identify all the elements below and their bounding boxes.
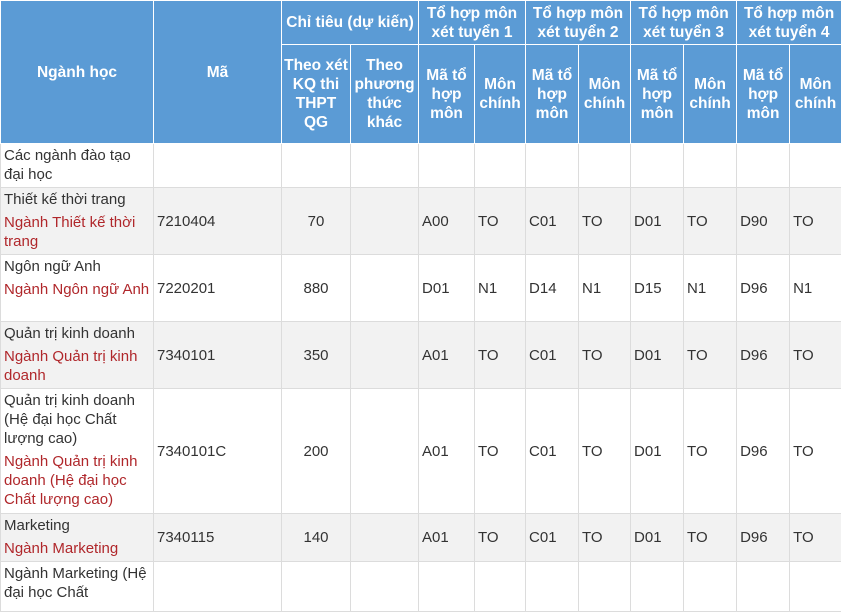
main-subject: N1 xyxy=(579,255,631,322)
combo-code: D01 xyxy=(631,389,684,514)
combo-code: C01 xyxy=(526,514,579,562)
header-ma: Mã xyxy=(154,1,282,144)
major-code: 7340115 xyxy=(154,514,282,562)
combo-code: D14 xyxy=(526,255,579,322)
main-subject: N1 xyxy=(684,255,737,322)
main-subject: TO xyxy=(475,514,526,562)
main-subject: TO xyxy=(790,188,841,255)
combo-code: C01 xyxy=(526,188,579,255)
table-row: Các ngành đào tạo đại học xyxy=(1,144,841,188)
combo-code: D96 xyxy=(737,514,790,562)
combo-code: D96 xyxy=(737,255,790,322)
main-subject: TO xyxy=(684,389,737,514)
combo-code: A00 xyxy=(419,188,475,255)
admission-table: Ngành học Mã Chỉ tiêu (dự kiến) Tổ hợp m… xyxy=(0,0,841,612)
combo-code: D15 xyxy=(631,255,684,322)
quota-thpt: 200 xyxy=(282,389,351,514)
combo-code: A01 xyxy=(419,322,475,389)
quota-other xyxy=(351,322,419,389)
combo-code: D01 xyxy=(419,255,475,322)
main-subject: TO xyxy=(790,322,841,389)
header-ma-to-hop-3: Mã tổ hợp môn xyxy=(631,45,684,144)
combo-code: A01 xyxy=(419,389,475,514)
header-theo-khac: Theo phương thức khác xyxy=(351,45,419,144)
quota-other xyxy=(351,389,419,514)
header-theo-thpt: Theo xét KQ thi THPT QG xyxy=(282,45,351,144)
major-name: Ngành Marketing (Hệ đại học Chất xyxy=(4,564,150,602)
main-subject: TO xyxy=(579,514,631,562)
table-row: Ngôn ngữ Anh Ngành Ngôn ngữ Anh 7220201 8… xyxy=(1,255,841,322)
header-mon-chinh-4: Môn chính xyxy=(790,45,841,144)
header-group-1: Tổ hợp môn xét tuyển 1 xyxy=(419,1,526,45)
combo-code: D01 xyxy=(631,188,684,255)
combo-code: A01 xyxy=(419,514,475,562)
major-link[interactable]: Ngành Quản trị kinh doanh (Hệ đại học Ch… xyxy=(4,452,150,509)
header-mon-chinh-3: Môn chính xyxy=(684,45,737,144)
main-subject: TO xyxy=(684,514,737,562)
main-subject: TO xyxy=(475,322,526,389)
combo-code: D01 xyxy=(631,322,684,389)
major-name: Ngôn ngữ Anh xyxy=(4,257,150,276)
quota-thpt: 880 xyxy=(282,255,351,322)
major-code: 7220201 xyxy=(154,255,282,322)
table-row: Ngành Marketing (Hệ đại học Chất xyxy=(1,562,841,612)
header-mon-chinh-1: Môn chính xyxy=(475,45,526,144)
row-title: Các ngành đào tạo đại học xyxy=(4,146,150,184)
quota-other xyxy=(351,188,419,255)
major-code: 7210404 xyxy=(154,188,282,255)
table-row: Quản trị kinh doanh (Hệ đại học Chất lượ… xyxy=(1,389,841,514)
main-subject: TO xyxy=(475,389,526,514)
table-row: Thiết kế thời trang Ngành Thiết kế thời t… xyxy=(1,188,841,255)
header-group-3: Tổ hợp môn xét tuyển 3 xyxy=(631,1,737,45)
main-subject: TO xyxy=(790,389,841,514)
main-subject: TO xyxy=(579,188,631,255)
major-name: Quản trị kinh doanh (Hệ đại học Chất lượ… xyxy=(4,391,150,448)
main-subject: TO xyxy=(684,188,737,255)
combo-code: C01 xyxy=(526,389,579,514)
header-ma-to-hop-2: Mã tổ hợp môn xyxy=(526,45,579,144)
main-subject: TO xyxy=(579,322,631,389)
main-subject: TO xyxy=(579,389,631,514)
main-subject: N1 xyxy=(475,255,526,322)
quota-other xyxy=(351,514,419,562)
major-name: Marketing xyxy=(4,516,150,535)
major-code: 7340101C xyxy=(154,389,282,514)
major-link[interactable]: Ngành Ngôn ngữ Anh xyxy=(4,280,150,299)
major-name: Quản trị kinh doanh xyxy=(4,324,150,343)
quota-thpt: 140 xyxy=(282,514,351,562)
major-name: Thiết kế thời trang xyxy=(4,190,150,209)
main-subject: TO xyxy=(790,514,841,562)
header-ma-to-hop-1: Mã tổ hợp môn xyxy=(419,45,475,144)
combo-code: D90 xyxy=(737,188,790,255)
header-group-4: Tổ hợp môn xét tuyển 4 xyxy=(737,1,841,45)
header-group-2: Tổ hợp môn xét tuyển 2 xyxy=(526,1,631,45)
major-link[interactable]: Ngành Quản trị kinh doanh xyxy=(4,347,150,385)
quota-thpt: 350 xyxy=(282,322,351,389)
combo-code: C01 xyxy=(526,322,579,389)
main-subject: TO xyxy=(684,322,737,389)
quota-thpt: 70 xyxy=(282,188,351,255)
main-subject: TO xyxy=(475,188,526,255)
table-row: Marketing Ngành Marketing 7340115 140 A01… xyxy=(1,514,841,562)
header-ma-to-hop-4: Mã tổ hợp môn xyxy=(737,45,790,144)
quota-other xyxy=(351,255,419,322)
header-mon-chinh-2: Môn chính xyxy=(579,45,631,144)
major-link[interactable]: Ngành Thiết kế thời trang xyxy=(4,213,150,251)
header-nganh-hoc: Ngành học xyxy=(1,1,154,144)
main-subject: N1 xyxy=(790,255,841,322)
combo-code: D96 xyxy=(737,389,790,514)
combo-code: D96 xyxy=(737,322,790,389)
table-body: Các ngành đào tạo đại học Thiết kế thời … xyxy=(1,144,841,612)
table-row: Quản trị kinh doanh Ngành Quản trị kinh d… xyxy=(1,322,841,389)
header-chi-tieu: Chỉ tiêu (dự kiến) xyxy=(282,1,419,45)
combo-code: D01 xyxy=(631,514,684,562)
major-code: 7340101 xyxy=(154,322,282,389)
major-link[interactable]: Ngành Marketing xyxy=(4,539,150,558)
